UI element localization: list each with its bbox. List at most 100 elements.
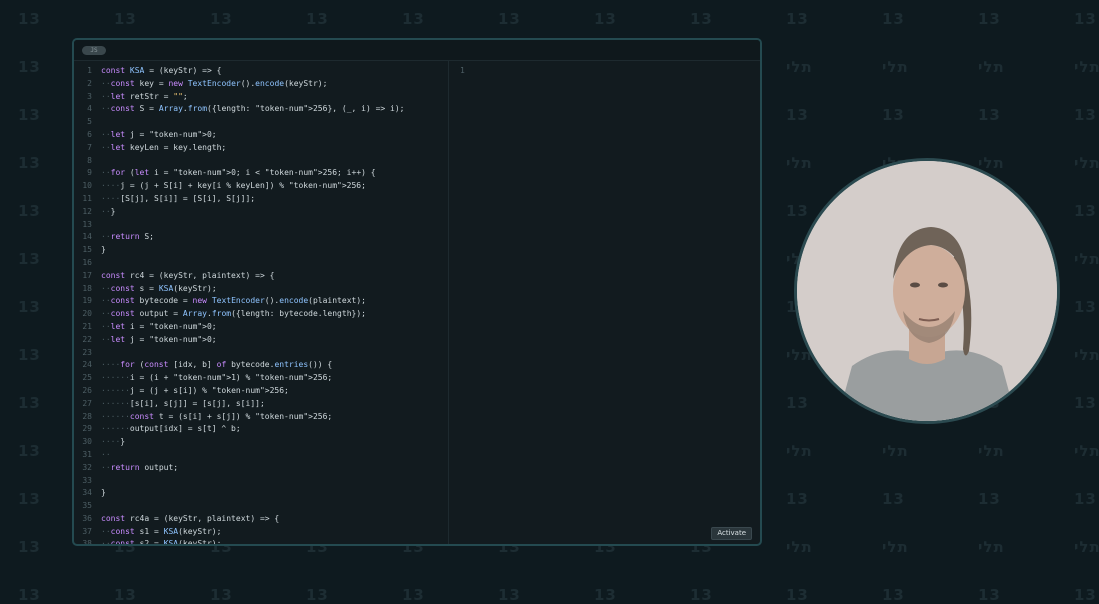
code-text: ······output[idx] = s[t] ^ b;	[101, 424, 241, 434]
background-mark-latin: 13	[210, 10, 233, 28]
background-mark-latin: 13	[402, 10, 425, 28]
line-number: 5	[87, 117, 92, 127]
code-line: 37 ··const s1 = KSA(keyStr);	[74, 526, 448, 539]
background-mark-latin: 13	[786, 490, 809, 508]
code-line: 20 ··const output = Array.from({length: b…	[74, 308, 448, 321]
line-number: 4	[87, 104, 92, 114]
line-number: 16	[82, 257, 92, 267]
code-text: ······const t = (s[i] + s[j]) % "token-n…	[101, 411, 333, 421]
background-mark-latin: 13	[18, 394, 41, 412]
code-editor-window: JS 1 const KSA = (keyStr) => {2 ··const ke…	[72, 38, 762, 546]
code-line: 31 ··	[74, 449, 448, 462]
code-text: ··const output = Array.from({length: byt…	[101, 309, 366, 319]
code-line: 29 ······output[idx] = s[t] ^ b;	[74, 423, 448, 436]
background-mark-hebrew: תלי	[882, 442, 909, 460]
code-line: 4 ··const S = Array.from({length: "token-…	[74, 103, 448, 116]
code-line: 25 ······i = (i + "token-num">1) % "token…	[74, 372, 448, 385]
line-number: 21	[82, 321, 92, 331]
code-line: 34}	[74, 487, 448, 500]
line-number: 24	[82, 360, 92, 370]
background-mark-latin: 13	[978, 10, 1001, 28]
background-mark-latin: 13	[18, 442, 41, 460]
code-pane[interactable]: 1 const KSA = (keyStr) => {2 ··const key =…	[74, 61, 449, 544]
code-line: 10 ····j = (j + S[i] + key[i % keyLen]) %…	[74, 180, 448, 193]
code-line: 7 ··let keyLen = key.length;	[74, 142, 448, 155]
webcam-feed	[794, 158, 1060, 424]
line-number: 27	[82, 398, 92, 408]
background-mark-latin: 13	[18, 154, 41, 172]
code-text: ··const bytecode = new TextEncoder().enc…	[101, 296, 366, 306]
code-line: 12 ··}	[74, 206, 448, 219]
code-text: ····[S[j], S[i]] = [S[i], S[j]];	[101, 193, 256, 203]
background-mark-hebrew: תלי	[1074, 154, 1099, 172]
code-text: ··const key = new TextEncoder().encode(k…	[101, 78, 328, 88]
background-mark-latin: 13	[18, 202, 41, 220]
language-tab[interactable]: JS	[82, 46, 106, 55]
code-line: 1 const KSA = (keyStr) => {	[74, 65, 448, 78]
background-mark-hebrew: תלי	[1074, 538, 1099, 556]
code-text: ······[s[i], s[j]] = [s[j], s[i]];	[101, 398, 265, 408]
background-mark-latin: 13	[18, 490, 41, 508]
code-text: ··let keyLen = key.length;	[101, 142, 227, 152]
code-line: 21 ··let i = "token-num">0;	[74, 321, 448, 334]
line-number: 22	[82, 334, 92, 344]
code-line: 11 ····[S[j], S[i]] = [S[i], S[j]];	[74, 193, 448, 206]
background-mark-latin: 13	[18, 346, 41, 364]
background-mark-latin: 13	[18, 250, 41, 268]
background-mark-latin: 13	[882, 586, 905, 604]
code-line: 16	[74, 257, 448, 270]
background-mark-hebrew: תלי	[978, 58, 1005, 76]
line-number: 26	[82, 385, 92, 395]
code-text: ····}	[101, 437, 126, 447]
code-text: ··const s2 = KSA(keyStr);	[101, 539, 222, 544]
line-number: 31	[82, 449, 92, 459]
background-mark-latin: 13	[594, 586, 617, 604]
background-mark-latin: 13	[1074, 10, 1097, 28]
code-text: const KSA = (keyStr) => {	[101, 66, 222, 75]
code-text: ··const S = Array.from({length: "token-n…	[101, 104, 405, 114]
line-number: 14	[82, 232, 92, 242]
code-line: 24 ····for (const [idx, b] of bytecode.en…	[74, 359, 448, 372]
line-number: 19	[82, 296, 92, 306]
code-line: 22 ··let j = "token-num">0;	[74, 334, 448, 347]
background-mark-hebrew: תלי	[1074, 442, 1099, 460]
line-number: 32	[82, 462, 92, 472]
line-number: 20	[82, 309, 92, 319]
output-pane[interactable]: 1 Activate	[449, 61, 760, 544]
line-number: 38	[82, 539, 92, 544]
code-line: 26 ······j = (j + s[i]) % "token-num">256…	[74, 385, 448, 398]
code-text: ··return S;	[101, 232, 154, 242]
activate-button[interactable]: Activate	[711, 527, 752, 540]
code-text: ··for (let i = "token-num">0; i < "token…	[101, 168, 376, 178]
background-mark-latin: 13	[1074, 106, 1097, 124]
background-mark-latin: 13	[1074, 202, 1097, 220]
background-mark-hebrew: תלי	[978, 442, 1005, 460]
background-mark-latin: 13	[18, 10, 41, 28]
line-number: 37	[82, 526, 92, 536]
line-number: 6	[87, 129, 92, 139]
line-number: 12	[82, 206, 92, 216]
background-mark-latin: 13	[18, 106, 41, 124]
background-mark-latin: 13	[786, 106, 809, 124]
background-mark-latin: 13	[786, 394, 809, 412]
background-mark-latin: 13	[498, 10, 521, 28]
code-line: 38 ··const s2 = KSA(keyStr);	[74, 538, 448, 544]
background-mark-latin: 13	[882, 490, 905, 508]
code-line: 3 ··let retStr = "";	[74, 91, 448, 104]
code-line: 32 ··return output;	[74, 462, 448, 475]
line-number: 28	[82, 411, 92, 421]
background-mark-latin: 13	[498, 586, 521, 604]
line-number: 15	[82, 245, 92, 255]
line-number: 35	[82, 501, 92, 511]
line-number: 34	[82, 488, 92, 498]
code-line: 30 ····}	[74, 436, 448, 449]
background-mark-latin: 13	[114, 586, 137, 604]
code-text: ··const s1 = KSA(keyStr);	[101, 526, 222, 536]
background-mark-hebrew: תלי	[1074, 250, 1099, 268]
line-number: 8	[87, 155, 92, 165]
code-text: ··	[101, 449, 111, 459]
code-line: 5	[74, 116, 448, 129]
background-mark-latin: 13	[1074, 586, 1097, 604]
editor-tab-bar: JS	[74, 40, 760, 61]
line-number: 1	[87, 66, 92, 75]
